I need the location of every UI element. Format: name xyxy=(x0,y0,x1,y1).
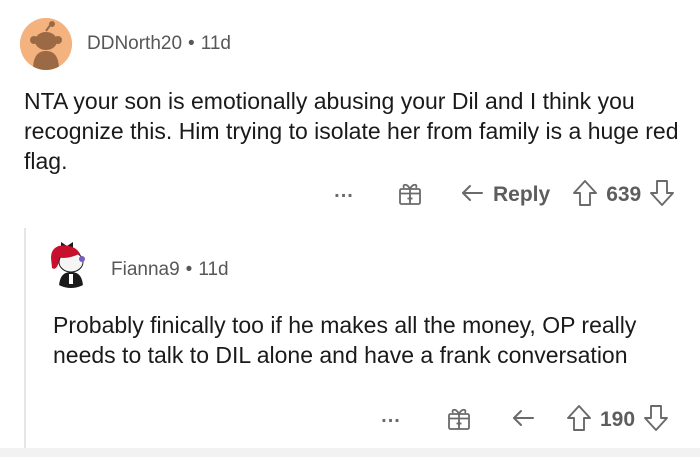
reply-button[interactable]: Reply xyxy=(459,181,550,210)
comment-author-meta: Fianna9 • 11d xyxy=(111,259,229,281)
snoo-avatar-icon[interactable] xyxy=(20,18,72,70)
meta-separator: • xyxy=(185,259,193,280)
comment-thread: DDNorth20 • 11d NTA your son is emotionall… xyxy=(0,0,700,457)
upvote-arrow-icon[interactable] xyxy=(566,404,592,437)
username-link[interactable]: DDNorth20 xyxy=(87,33,182,54)
award-button[interactable] xyxy=(397,180,423,211)
red-hair-snoo-avatar-icon[interactable] xyxy=(45,236,97,288)
gift-award-icon xyxy=(446,405,472,436)
comment-age: 11d xyxy=(198,259,229,280)
vote-score: 190 xyxy=(600,408,636,431)
username-link[interactable]: Fianna9 xyxy=(111,259,180,280)
vote-controls: 639 xyxy=(572,179,675,212)
vote-score: 639 xyxy=(606,183,642,206)
reply-button[interactable] xyxy=(510,406,536,435)
thread-line[interactable] xyxy=(24,228,26,457)
reply-arrow-icon xyxy=(510,406,536,435)
upvote-arrow-icon[interactable] xyxy=(572,179,598,212)
reply-arrow-icon xyxy=(459,181,485,210)
downvote-arrow-icon[interactable] xyxy=(649,179,675,212)
comment-age: 11d xyxy=(200,33,231,54)
award-button[interactable] xyxy=(446,405,472,436)
more-options-button[interactable]: ... xyxy=(331,180,357,203)
reply-label: Reply xyxy=(493,183,551,206)
more-options-button[interactable]: ... xyxy=(378,405,404,428)
comment-actions: ... Reply 639 xyxy=(331,178,675,212)
comment-actions: ... 190 xyxy=(378,403,669,437)
comment-body: NTA your son is emotionally abusing your… xyxy=(24,88,679,174)
gift-award-icon xyxy=(397,180,423,211)
downvote-arrow-icon[interactable] xyxy=(643,404,669,437)
comment-author-meta: DDNorth20 • 11d xyxy=(87,33,231,55)
meta-separator: • xyxy=(188,33,195,54)
comment-body: Probably finically too if he makes all t… xyxy=(53,312,637,368)
section-divider xyxy=(0,448,700,457)
vote-controls: 190 xyxy=(566,404,669,437)
